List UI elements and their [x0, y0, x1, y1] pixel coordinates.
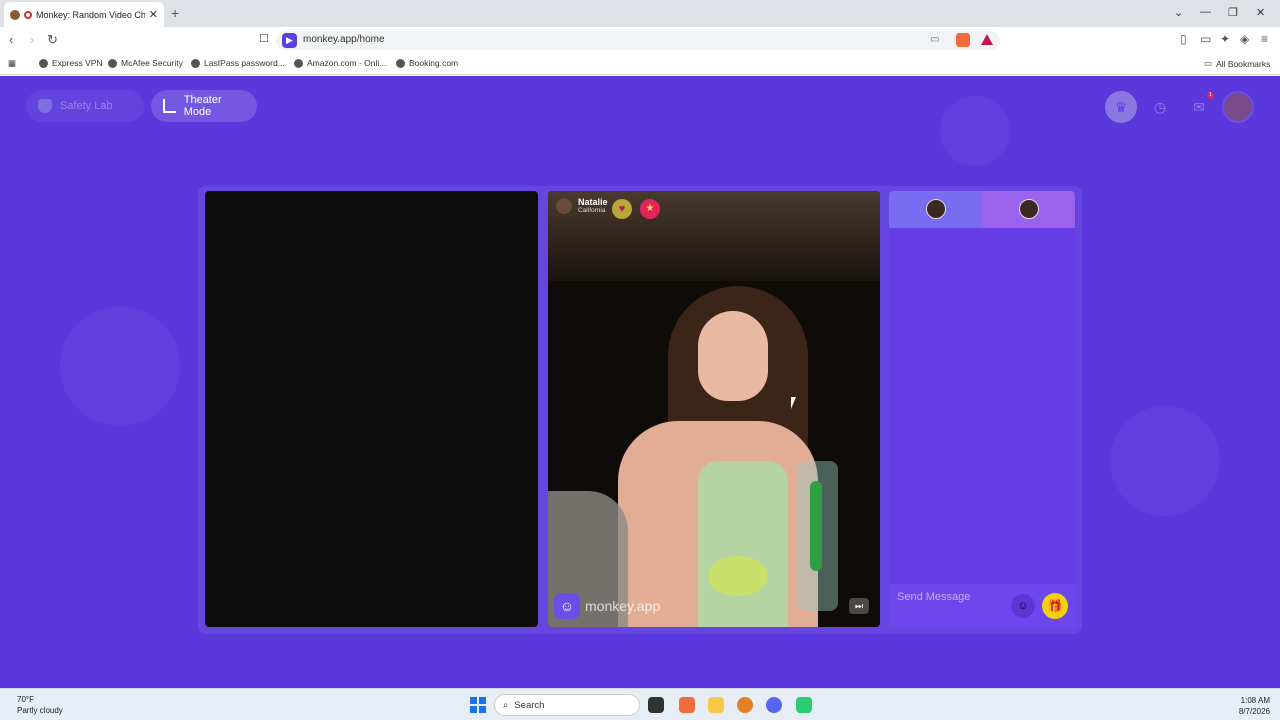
- background-decoration: [60, 306, 180, 426]
- leo-ai-icon[interactable]: ✦: [1220, 32, 1230, 46]
- menu-icon[interactable]: ≡: [1261, 32, 1268, 46]
- remote-user-avatar: [556, 197, 572, 214]
- globe-icon: [39, 58, 48, 68]
- task-view-icon[interactable]: [648, 697, 664, 713]
- minimize-button[interactable]: —: [1200, 6, 1211, 18]
- forward-icon[interactable]: ›: [30, 32, 34, 47]
- chat-tab-self[interactable]: [982, 191, 1075, 228]
- background-decoration: [1110, 406, 1220, 516]
- bookmarks-bar: ▦ Express VPN McAfee Security LastPass p…: [0, 53, 1280, 75]
- bookmark-item[interactable]: McAfee Security: [108, 58, 183, 68]
- folder-icon: ▭: [1204, 58, 1213, 68]
- bookmark-item[interactable]: LastPass password...: [191, 58, 285, 68]
- weather-widget[interactable]: 70°F Partly cloudy: [17, 694, 63, 716]
- back-icon[interactable]: ‹: [9, 32, 13, 47]
- gift-icon[interactable]: 🎁: [1042, 593, 1068, 619]
- windows-taskbar: 70°F Partly cloudy ⌕ Search 1:08 AM 8/7/…: [0, 688, 1280, 720]
- shield-icon: [38, 99, 52, 113]
- monkey-watermark: ☺ monkey.app: [554, 593, 660, 619]
- bookmark-icon[interactable]: ☐: [259, 32, 269, 45]
- profile-avatar[interactable]: [1222, 91, 1254, 123]
- notification-badge: 1: [1207, 92, 1214, 99]
- emoji-icon[interactable]: ☺: [1011, 594, 1035, 618]
- globe-icon: [294, 58, 303, 68]
- chat-tab-remote[interactable]: [889, 191, 982, 228]
- user-badge-icon[interactable]: ★: [640, 199, 660, 219]
- clock-date: 8/7/2026: [1238, 707, 1270, 716]
- expand-icon: [163, 99, 176, 113]
- vpn-icon[interactable]: ◈: [1240, 32, 1249, 46]
- bookmark-item[interactable]: Amazon.com - Onli...: [294, 58, 386, 68]
- sidebar-icon[interactable]: ▯: [1180, 32, 1187, 46]
- temperature: 70°F: [17, 695, 34, 704]
- file-explorer-icon[interactable]: [708, 697, 724, 713]
- clock-time: 1:08 AM: [1240, 696, 1270, 705]
- system-clock[interactable]: 1:08 AM 8/7/2026: [1230, 695, 1270, 717]
- monkey-favicon-icon: [10, 9, 20, 20]
- browser-tab-strip: Monkey: Random Video Chat ✕ + ⌄ — ❐ ✕: [0, 0, 1280, 27]
- theater-mode-button[interactable]: Theater Mode: [151, 90, 257, 122]
- app-icon[interactable]: [737, 697, 753, 713]
- history-clock-icon[interactable]: ◷: [1144, 91, 1176, 123]
- brave-browser-icon[interactable]: [679, 697, 695, 713]
- cast-icon[interactable]: ▭: [930, 34, 939, 45]
- bookmark-item[interactable]: Express VPN: [39, 58, 103, 68]
- globe-icon: [396, 58, 405, 68]
- address-bar[interactable]: ▶ monkey.app/home ▭: [276, 31, 1000, 50]
- tab-search-icon[interactable]: ⌄: [1174, 6, 1183, 19]
- browser-toolbar: ‹ › ↻ ☐ ▶ monkey.app/home ▭: [0, 27, 1280, 53]
- windows-start-icon[interactable]: [470, 697, 486, 713]
- monkey-logo-icon: ☺: [554, 593, 580, 619]
- local-video-feed: [205, 191, 538, 627]
- globe-icon: [108, 58, 117, 68]
- globe-icon: [191, 58, 200, 68]
- apps-grid-icon[interactable]: ▦: [8, 58, 16, 69]
- like-heart-icon[interactable]: ♥: [612, 199, 632, 219]
- crown-icon[interactable]: ♛: [1105, 91, 1137, 123]
- chat-panel: Send Message ☺ 🎁: [889, 191, 1076, 627]
- theater-mode-label: Theater Mode: [183, 94, 222, 118]
- brave-rewards-icon[interactable]: [981, 34, 993, 45]
- chat-tab-avatar: [1019, 199, 1039, 219]
- bookmark-item[interactable]: Booking.com: [396, 58, 458, 68]
- chat-tab-avatar: [926, 199, 946, 219]
- active-tab[interactable]: Monkey: Random Video Chat ✕: [4, 2, 164, 27]
- weather-condition: Partly cloudy: [17, 706, 63, 715]
- all-bookmarks-folder[interactable]: ▭ All Bookmarks: [1204, 58, 1270, 69]
- remote-user-location: California: [578, 207, 606, 214]
- search-label: Search: [514, 699, 545, 711]
- remote-user-name: Natalie: [578, 197, 608, 207]
- url-text[interactable]: monkey.app/home: [303, 34, 385, 45]
- background-decoration: [940, 96, 1010, 166]
- search-icon: ⌕: [503, 699, 509, 711]
- taskbar-search[interactable]: ⌕ Search: [494, 694, 640, 716]
- chatgpt-app-icon[interactable]: [796, 697, 812, 713]
- new-tab-button[interactable]: +: [171, 5, 179, 21]
- remote-user-chip[interactable]: Natalie California: [556, 197, 608, 214]
- tab-title: Monkey: Random Video Chat: [36, 9, 145, 20]
- brave-shield-icon[interactable]: [956, 33, 970, 47]
- recording-icon: [24, 10, 32, 19]
- tab-close-icon[interactable]: ✕: [149, 8, 158, 21]
- message-placeholder[interactable]: Send Message: [897, 591, 970, 603]
- mouse-cursor-icon: [791, 397, 801, 409]
- reload-icon[interactable]: ↻: [47, 32, 58, 48]
- safety-lab-label: Safety Lab: [60, 100, 113, 112]
- wallet-icon[interactable]: ▭: [1200, 32, 1211, 46]
- site-video-icon: ▶: [282, 33, 297, 48]
- close-window-button[interactable]: ✕: [1256, 6, 1265, 19]
- safety-lab-button[interactable]: Safety Lab: [26, 90, 144, 122]
- discord-icon[interactable]: [766, 697, 782, 713]
- maximize-button[interactable]: ❐: [1228, 6, 1238, 19]
- remote-video-feed: [548, 191, 880, 627]
- watermark-text: monkey.app: [585, 598, 661, 614]
- skip-next-icon[interactable]: ⏭: [849, 598, 869, 614]
